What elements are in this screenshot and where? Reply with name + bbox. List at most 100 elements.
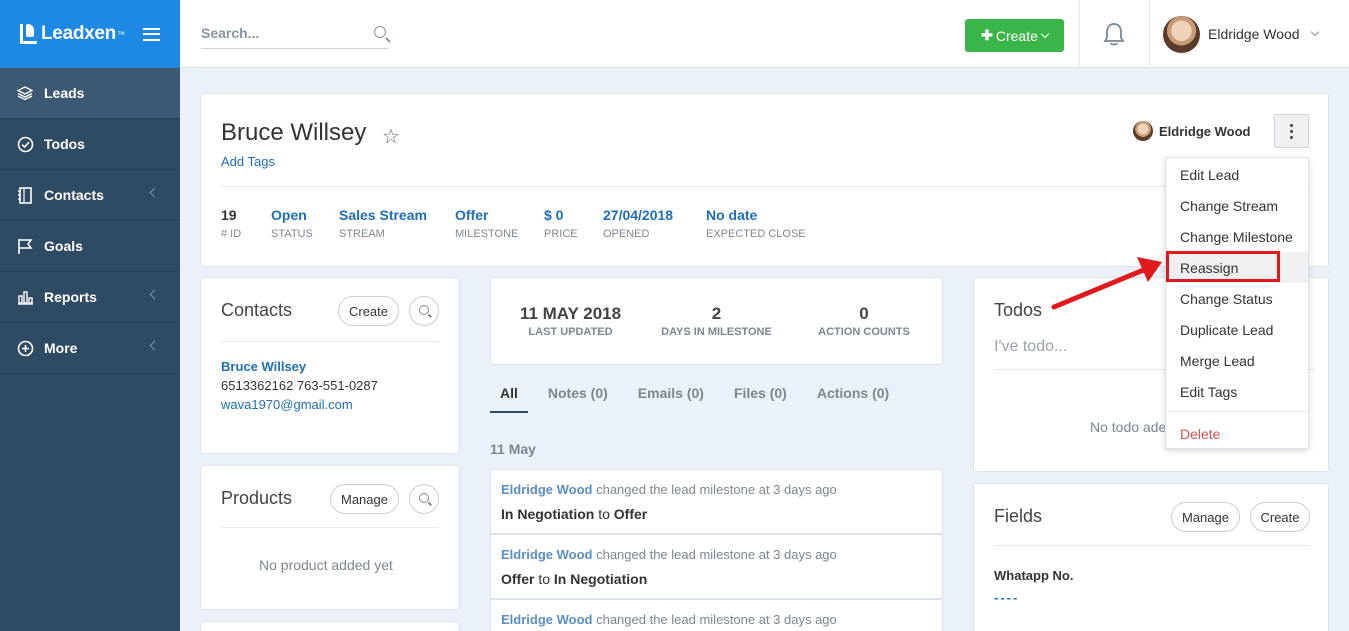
manage-fields-button[interactable]: Manage — [1171, 502, 1240, 532]
check-circle-icon — [16, 135, 34, 153]
manage-products-button[interactable]: Manage — [330, 484, 399, 514]
menu-item-change-status[interactable]: Change Status — [1166, 283, 1308, 314]
search-contacts-button[interactable] — [409, 296, 439, 326]
stat-value: Sales Stream — [339, 207, 427, 223]
sidebar-item-leads[interactable]: Leads — [0, 68, 180, 119]
contact-name-link[interactable]: Bruce Willsey — [221, 359, 306, 374]
activity-from: In Negotiation — [501, 506, 595, 522]
stat-label: EXPECTED CLOSE — [706, 228, 806, 240]
lead-owner[interactable]: Eldridge Wood — [1133, 121, 1250, 141]
summary-label: DAYS IN MILESTONE — [661, 326, 772, 338]
stat-status[interactable]: Open STATUS — [271, 207, 313, 240]
avatar — [1163, 15, 1200, 53]
contact-phones: 6513362162 763-551-0287 — [221, 378, 378, 393]
divider — [1149, 0, 1150, 68]
sidebar-item-goals[interactable]: Goals — [0, 221, 180, 272]
lead-header-card: Bruce Willsey ☆ Add Tags Eldridge Wood 1… — [200, 93, 1329, 267]
bar-chart-icon — [16, 288, 34, 306]
summary-value: 2 — [711, 304, 722, 323]
contact-email-link[interactable]: wava1970@gmail.com — [221, 397, 353, 412]
stat-stream[interactable]: Sales Stream STREAM — [339, 207, 427, 240]
tab-actions[interactable]: Actions (0) — [817, 383, 899, 413]
activity-summary: Eldridge Wood changed the lead milestone… — [501, 547, 837, 562]
fields-card: Fields Manage Create Whatapp No. ---- — [973, 483, 1329, 631]
create-contact-button[interactable]: Create — [338, 296, 399, 326]
activity-user-link[interactable]: Eldridge Wood — [501, 547, 592, 562]
owner-name: Eldridge Wood — [1159, 123, 1251, 139]
summary-card: 11 MAY 2018 LAST UPDATED 2 DAYS IN MILES… — [490, 277, 943, 365]
activity-to: Offer — [613, 506, 648, 522]
menu-item-edit-tags[interactable]: Edit Tags — [1166, 376, 1308, 407]
create-field-button[interactable]: Create — [1250, 502, 1310, 532]
summary-action-counts: 0 ACTION COUNTS — [809, 304, 919, 338]
summary-label: LAST UPDATED — [528, 326, 613, 338]
stat-expected-close[interactable]: No date EXPECTED CLOSE — [706, 207, 806, 240]
menu-item-change-milestone[interactable]: Change Milestone — [1166, 221, 1308, 252]
create-button[interactable]: ✚ Create — [965, 19, 1064, 52]
stat-value: $ 0 — [544, 207, 564, 223]
star-icon[interactable]: ☆ — [382, 124, 400, 149]
summary-value: 11 MAY 2018 — [519, 304, 622, 323]
activity-text: changed the lead milestone at 3 days ago — [592, 612, 837, 627]
menu-item-edit-lead[interactable]: Edit Lead — [1166, 159, 1308, 190]
user-menu[interactable]: Eldridge Wood — [1163, 15, 1319, 53]
sidebar-item-more[interactable]: More — [0, 323, 180, 374]
sidebar-item-todos[interactable]: Todos — [0, 119, 180, 170]
stat-value: Open — [271, 207, 307, 223]
tab-emails[interactable]: Emails (0) — [638, 383, 714, 413]
brand-name: Leadxen — [41, 23, 116, 44]
sidebar-item-reports[interactable]: Reports — [0, 272, 180, 323]
todos-empty-text: No todo ade — [1090, 419, 1167, 435]
bell-icon[interactable] — [1103, 22, 1125, 48]
tab-notes[interactable]: Notes (0) — [548, 383, 618, 413]
sidebar-item-label: Goals — [44, 238, 83, 254]
tab-all[interactable]: All — [490, 383, 528, 413]
plus-icon: ✚ — [981, 27, 993, 43]
search-icon[interactable] — [374, 26, 386, 38]
activity-from: Offer — [501, 571, 535, 587]
menu-item-merge-lead[interactable]: Merge Lead — [1166, 345, 1308, 376]
layers-icon — [16, 84, 34, 102]
todo-input[interactable]: I've todo... — [994, 338, 1067, 356]
summary-days-in-milestone: 2 DAYS IN MILESTONE — [654, 304, 779, 338]
sidebar-item-contacts[interactable]: Contacts — [0, 170, 180, 221]
user-name: Eldridge Wood — [1208, 26, 1300, 42]
todos-title: Todos — [994, 300, 1043, 320]
chevron-left-icon — [149, 187, 160, 198]
next-card — [200, 621, 460, 631]
hamburger-menu-icon[interactable] — [143, 27, 160, 41]
menu-item-change-stream[interactable]: Change Stream — [1166, 190, 1308, 221]
fields-title: Fields — [994, 506, 1043, 526]
add-tags-link[interactable]: Add Tags — [221, 154, 275, 169]
activity-summary: Eldridge Wood changed the lead milestone… — [501, 612, 837, 627]
summary-last-updated: 11 MAY 2018 LAST UPDATED — [513, 304, 628, 338]
stat-value: No date — [706, 207, 758, 223]
divider — [994, 545, 1310, 546]
tab-files[interactable]: Files (0) — [734, 383, 797, 413]
stat-label: STREAM — [339, 228, 385, 240]
stat-price[interactable]: $ 0 PRICE — [544, 207, 578, 240]
stat-milestone[interactable]: Offer MILESTONE — [455, 207, 518, 240]
chevron-left-icon — [149, 289, 160, 300]
menu-item-duplicate-lead[interactable]: Duplicate Lead — [1166, 314, 1308, 345]
more-options-button[interactable] — [1274, 114, 1309, 148]
stat-value: Offer — [455, 207, 489, 223]
activity-user-link[interactable]: Eldridge Wood — [501, 612, 592, 627]
search-input[interactable] — [201, 19, 361, 47]
menu-item-delete[interactable]: Delete — [1166, 418, 1308, 449]
create-button-label: Create — [995, 27, 1038, 44]
stat-label: OPENED — [603, 228, 650, 240]
sidebar-item-label: More — [44, 340, 78, 356]
summary-value: 0 — [859, 304, 869, 323]
stat-opened[interactable]: 27/04/2018 OPENED — [603, 207, 673, 240]
chevron-down-icon — [1040, 29, 1050, 39]
activity-date-heading: 11 May — [490, 441, 536, 457]
stat-value: 27/04/2018 — [603, 207, 674, 223]
field-value[interactable]: ---- — [994, 590, 1019, 605]
activity-user-link[interactable]: Eldridge Wood — [501, 482, 592, 497]
divider — [1166, 411, 1308, 412]
search-products-button[interactable] — [409, 484, 439, 514]
search-icon — [419, 305, 429, 315]
reassign-highlight-box — [1166, 251, 1280, 282]
leadxen-logo-icon — [20, 24, 37, 44]
